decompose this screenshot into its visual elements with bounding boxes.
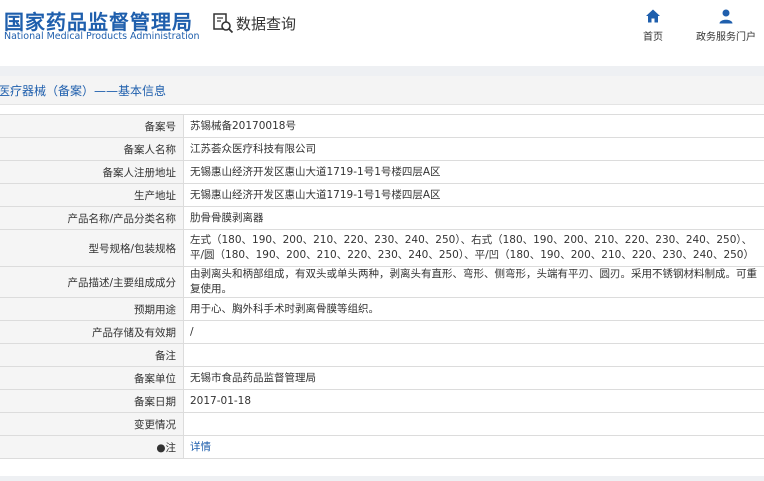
table-row: 型号规格/包装规格 左式（180、190、200、210、220、230、240… (0, 229, 764, 267)
table-row: 备案单位 无锡市食品药品监督管理局 (0, 366, 764, 390)
row-label: 生产地址 (0, 183, 184, 207)
home-icon (646, 9, 660, 23)
row-value: 苏锡械备20170018号 (183, 114, 764, 138)
header-divider (0, 66, 764, 76)
row-value: 无锡市食品药品监督管理局 (183, 366, 764, 390)
details-link[interactable]: 详情 (190, 441, 211, 453)
table-row: ●注 详情 (0, 435, 764, 459)
row-value (183, 343, 764, 367)
row-value: 无锡惠山经济开发区惠山大道1719-1号1号楼四层A区 (183, 183, 764, 207)
row-label: 变更情况 (0, 412, 184, 436)
row-label: 预期用途 (0, 297, 184, 321)
table-row: 备注 (0, 343, 764, 367)
row-value: 江苏荟众医疗科技有限公司 (183, 137, 764, 161)
table-row: 产品存储及有效期 / (0, 320, 764, 344)
table-row: 备案日期 2017-01-18 (0, 389, 764, 413)
row-label: 备注 (0, 343, 184, 367)
nav-service-portal-label: 政务服务门户 (696, 32, 756, 43)
section-header: 医疗器械（备案）——基本信息 (0, 76, 764, 105)
basic-info-table: 备案号 苏锡械备20170018号 备案人名称 江苏荟众医疗科技有限公司 备案人… (0, 114, 764, 459)
row-label: 备案单位 (0, 366, 184, 390)
site-logo-en[interactable]: National Medical Products Administration (4, 31, 200, 42)
row-value: 左式（180、190、200、210、220、230、240、250）、右式（1… (183, 229, 764, 267)
nav-service-portal[interactable]: 政务服务门户 (696, 8, 756, 43)
table-row: 备案人名称 江苏荟众医疗科技有限公司 (0, 137, 764, 161)
nav-home-label: 首页 (643, 32, 663, 43)
row-label: 备案日期 (0, 389, 184, 413)
row-label: ●注 (0, 435, 184, 459)
row-value: 用于心、胸外科手术时剥离骨膜等组织。 (183, 297, 764, 321)
site-header: 国家药品监督管理局 National Medical Products Admi… (0, 0, 764, 66)
row-value: 由剥离头和柄部组成，有双头或单头两种，剥离头有直形、弯形、侧弯形，头端有平刃、圆… (183, 266, 764, 298)
row-label: 产品存储及有效期 (0, 320, 184, 344)
table-row: 备案号 苏锡械备20170018号 (0, 114, 764, 138)
nav-home[interactable]: 首页 (643, 8, 663, 43)
data-query-title: 数据查询 (212, 12, 296, 34)
table-row: 产品描述/主要组成成分 由剥离头和柄部组成，有双头或单头两种，剥离头有直形、弯形… (0, 266, 764, 298)
data-query-label: 数据查询 (236, 14, 297, 33)
footer-divider (0, 476, 764, 481)
section-title: 医疗器械（备案）——基本信息 (0, 84, 167, 98)
row-value: 无锡惠山经济开发区惠山大道1719-1号1号楼四层A区 (183, 160, 764, 184)
row-value: 2017-01-18 (183, 389, 764, 413)
row-value: 肋骨骨膜剥离器 (183, 206, 764, 230)
row-label: 备案号 (0, 114, 184, 138)
table-row: 备案人注册地址 无锡惠山经济开发区惠山大道1719-1号1号楼四层A区 (0, 160, 764, 184)
row-value (183, 412, 764, 436)
table-row: 变更情况 (0, 412, 764, 436)
table-row: 产品名称/产品分类名称 肋骨骨膜剥离器 (0, 206, 764, 230)
row-label: 型号规格/包装规格 (0, 229, 184, 267)
row-label: 产品描述/主要组成成分 (0, 266, 184, 298)
row-label: 备案人名称 (0, 137, 184, 161)
table-row: 生产地址 无锡惠山经济开发区惠山大道1719-1号1号楼四层A区 (0, 183, 764, 207)
row-label: 备案人注册地址 (0, 160, 184, 184)
row-label: 产品名称/产品分类名称 (0, 206, 184, 230)
table-row: 预期用途 用于心、胸外科手术时剥离骨膜等组织。 (0, 297, 764, 321)
document-search-icon (213, 13, 234, 34)
user-icon (719, 9, 733, 24)
row-value: 详情 (183, 435, 764, 459)
row-value: / (183, 320, 764, 344)
